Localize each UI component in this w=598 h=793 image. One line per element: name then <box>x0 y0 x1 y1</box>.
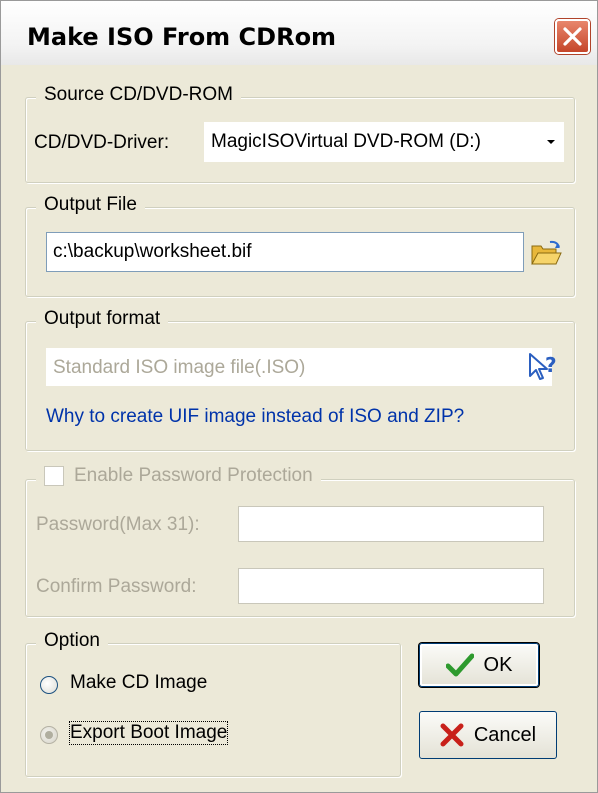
output-path-input[interactable]: c:\backup\worksheet.bif <box>46 232 524 272</box>
password-group: Enable Password Protection Password(Max … <box>25 465 575 617</box>
open-folder-icon[interactable] <box>530 240 562 268</box>
driver-select-value: MagicISOVirtual DVD-ROM (D:) <box>211 131 481 152</box>
driver-label: CD/DVD-Driver: <box>34 132 170 153</box>
dialog-body: Source CD/DVD-ROM CD/DVD-Driver: MagicIS… <box>11 65 587 787</box>
output-format-legend: Output format <box>36 308 169 330</box>
password-input[interactable] <box>238 506 544 542</box>
password-label: Password(Max 31): <box>36 514 200 535</box>
format-select-value: Standard ISO image file(.ISO) <box>53 357 306 378</box>
enable-password-checkbox[interactable] <box>44 466 64 486</box>
help-pointer-icon[interactable]: ? <box>528 352 557 384</box>
x-icon <box>440 723 464 747</box>
password-legend: Enable Password Protection <box>36 465 321 487</box>
cancel-label: Cancel <box>473 723 537 746</box>
checkmark-icon <box>445 653 474 677</box>
driver-select[interactable]: MagicISOVirtual DVD-ROM (D:) <box>204 122 564 162</box>
svg-text:?: ? <box>545 353 556 377</box>
close-icon <box>563 27 582 46</box>
export-boot-label: Export Boot Image <box>68 721 229 745</box>
output-file-legend: Output File <box>36 194 145 216</box>
ok-label: OK <box>483 653 513 676</box>
source-group: Source CD/DVD-ROM CD/DVD-Driver: MagicIS… <box>25 84 575 183</box>
dialog-title: Make ISO From CDRom <box>27 23 337 51</box>
uif-help-link[interactable]: Why to create UIF image instead of ISO a… <box>46 406 464 428</box>
output-file-group: Output File c:\backup\worksheet.bif <box>25 194 575 297</box>
option-legend: Option <box>36 630 108 652</box>
close-button[interactable] <box>555 19 590 54</box>
format-select[interactable]: Standard ISO image file(.ISO) <box>46 348 552 386</box>
make-cd-radio-row[interactable]: Make CD Image <box>40 672 300 698</box>
ok-button[interactable]: OK <box>419 643 539 687</box>
make-iso-dialog: Make ISO From CDRom Source CD/DVD-ROM CD… <box>0 0 598 793</box>
output-format-group: Output format Standard ISO image file(.I… <box>25 308 575 451</box>
chevron-down-icon[interactable] <box>541 125 561 159</box>
make-cd-radio[interactable] <box>40 676 58 694</box>
cancel-button[interactable]: Cancel <box>419 711 557 759</box>
confirm-password-label: Confirm Password: <box>36 576 197 597</box>
export-boot-radio-row[interactable]: Export Boot Image <box>40 721 300 748</box>
source-legend: Source CD/DVD-ROM <box>36 84 241 106</box>
export-boot-radio[interactable] <box>40 726 58 744</box>
option-group: Option Make CD Image Export Boot Image <box>25 630 401 777</box>
confirm-password-input[interactable] <box>238 568 544 604</box>
enable-password-label: Enable Password Protection <box>74 465 313 486</box>
make-cd-label: Make CD Image <box>70 672 208 693</box>
title-bar: Make ISO From CDRom <box>1 1 597 65</box>
